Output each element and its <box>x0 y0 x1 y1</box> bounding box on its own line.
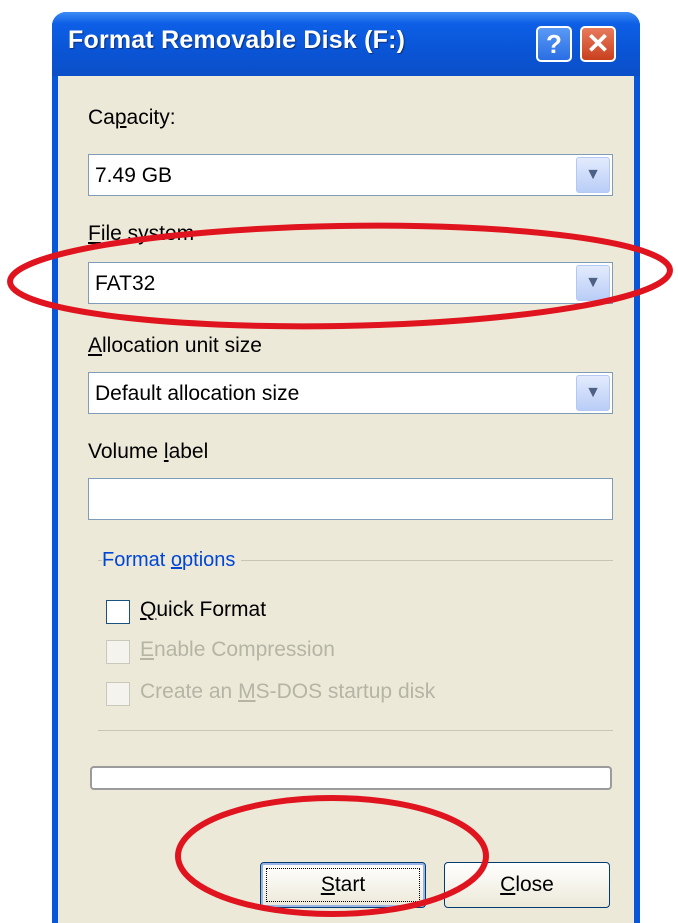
help-icon: ? <box>546 29 562 59</box>
capacity-value: 7.49 GB <box>95 164 173 187</box>
allocation-unit-label: Allocation unit size <box>88 334 262 357</box>
allocation-unit-value: Default allocation size <box>95 382 300 405</box>
format-dialog-window: Format Removable Disk (F:) ? ✕ Capacity:… <box>52 12 640 923</box>
dialog-body: Capacity: 7.49 GB ▼ File system FAT32 ▼ … <box>58 76 634 923</box>
chevron-down-icon[interactable]: ▼ <box>576 157 610 193</box>
file-system-value: FAT32 <box>95 272 156 295</box>
enable-compression-checkbox <box>106 640 130 664</box>
capacity-label: Capacity: <box>88 106 176 129</box>
msdos-startup-label: Create an MS-DOS startup disk <box>140 680 436 703</box>
window-title: Format Removable Disk (F:) <box>68 26 406 54</box>
close-icon: ✕ <box>586 28 610 59</box>
focus-rect <box>266 868 420 902</box>
close-button[interactable]: Close <box>444 862 610 908</box>
enable-compression-label: Enable Compression <box>140 638 335 661</box>
format-options-title: Format options <box>102 549 242 572</box>
help-button[interactable]: ? <box>536 26 572 62</box>
format-options-bottom-line <box>98 730 613 731</box>
msdos-startup-checkbox <box>106 682 130 706</box>
quick-format-checkbox[interactable] <box>106 600 130 624</box>
chevron-down-icon[interactable]: ▼ <box>576 375 610 411</box>
start-button[interactable]: Start <box>260 862 426 908</box>
allocation-unit-dropdown[interactable]: Default allocation size ▼ <box>88 372 613 414</box>
volume-label-label: Volume label <box>88 440 209 463</box>
quick-format-label[interactable]: Quick Format <box>140 598 266 622</box>
capacity-dropdown[interactable]: 7.49 GB ▼ <box>88 154 613 196</box>
chevron-down-icon[interactable]: ▼ <box>576 265 610 301</box>
title-bar[interactable]: Format Removable Disk (F:) ? ✕ <box>52 12 640 76</box>
volume-label-input[interactable] <box>88 478 613 520</box>
format-progress-bar <box>90 766 612 790</box>
close-window-button[interactable]: ✕ <box>580 26 616 62</box>
file-system-dropdown[interactable]: FAT32 ▼ <box>88 262 613 304</box>
file-system-label: File system <box>88 222 195 245</box>
